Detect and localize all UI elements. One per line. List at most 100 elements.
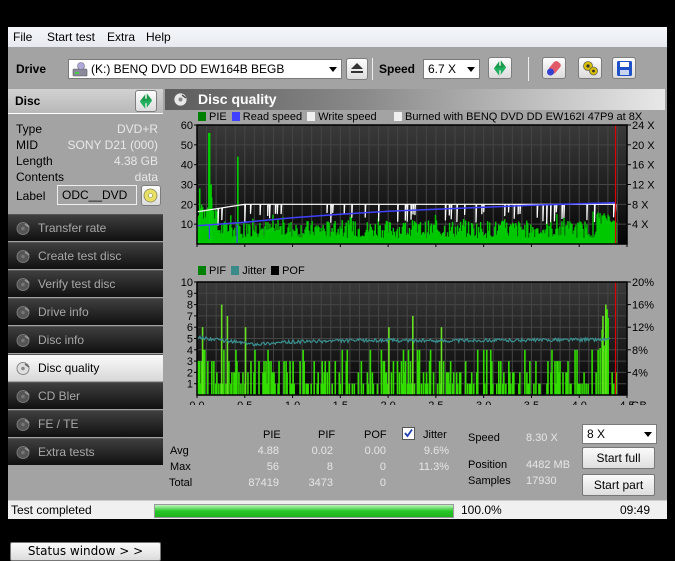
nav-label: FE / TE [38,417,79,431]
disc-gear-icon [16,333,31,351]
disc-row-type: Type DVD+R [16,122,158,138]
jitter-checkbox[interactable] [402,427,415,440]
y-tick-label: 4 [187,345,193,357]
pif-bar [574,349,576,395]
disc-gear-icon [16,305,31,323]
nav-extra-tests[interactable]: Extra tests [8,438,163,465]
pif-bar [207,361,209,395]
pif-bar [362,383,365,395]
left-panel: Disc Type DVD+R MID SONY D21 (000) Length 4… [8,89,163,561]
stats-header-pie: PIE [263,429,281,441]
y-tick-label: 10 [181,277,193,289]
disc-gear-icon [16,389,31,407]
pif-bar [372,383,375,395]
pif-bar [353,383,356,395]
pif-bar [519,372,521,395]
drive-icon [72,62,88,80]
pif-bar [459,372,462,395]
refresh-disc-button[interactable] [135,90,157,112]
nav-label: Disc quality [38,361,100,375]
pif-bar [386,383,389,395]
refresh-speed-button[interactable] [488,57,512,79]
pif-bar [495,383,498,395]
pie-peak [198,188,201,244]
y2-tick-label: 8 X [632,199,649,211]
pif-bar [331,383,334,395]
options-button[interactable] [578,57,602,79]
pif-bar [238,372,240,395]
pif-bar [286,372,288,395]
pif-bar [369,349,372,395]
pif-bar [390,372,393,395]
nav-label: Verify test disc [38,277,116,291]
pif-peak [605,304,607,395]
pif-bar [587,383,589,395]
pif-bar [293,383,295,395]
nav-disc-quality[interactable]: Disc quality [8,354,163,381]
chevron-down-icon [467,67,475,72]
pie-peak [210,184,212,244]
app-window: File Start test Extra Help Drive (K:) BE… [8,27,667,561]
pif-bar [231,372,233,395]
pif-bar [278,361,280,395]
y2-tick-label: 24 X [632,120,655,132]
pif-bar [559,361,561,395]
eject-icon [351,63,363,73]
pif-peak [220,304,223,395]
disc-label-button[interactable] [141,185,161,206]
pif-bar [535,361,537,395]
pif-bar [228,361,230,395]
pif-bar [216,372,218,395]
speed-select[interactable]: 6.7 X [423,59,480,79]
eject-button[interactable] [346,58,368,80]
nav-fe-te[interactable]: FE / TE [8,410,163,437]
pif-peak [602,315,604,395]
pif-bar [612,383,614,395]
disc-header: Disc [8,89,163,114]
checkmark-icon [404,428,413,438]
nav-label: Drive info [38,305,89,319]
menu-start-test[interactable]: Start test [47,30,95,44]
nav-drive-info[interactable]: Drive info [8,298,163,325]
pif-bar [376,383,379,395]
drive-select[interactable]: (K:) BENQ DVD DD EW164B BEGB [68,59,342,79]
test-speed-value: 8 X [587,427,606,441]
pif-bar [476,349,479,395]
pif-bar [360,361,363,395]
disc-value: 4.38 GB [113,154,158,168]
disc-value: SONY D21 (000) [67,138,159,152]
total-pof: 0 [379,477,386,489]
pif-bar [562,372,564,395]
max-pie: 56 [266,461,279,473]
test-speed-select[interactable]: 8 X [582,424,657,444]
y-tick-label: 6 [187,322,193,334]
pif-peak [412,315,414,395]
pif-bar [367,383,370,395]
menu-file[interactable]: File [13,30,32,44]
y2-tick-label: 16 X [632,160,655,172]
pif-chart: 0.00.51.01.52.02.53.03.54.04.5GB12345678… [181,277,654,405]
pif-bar [583,372,585,395]
start-full-button[interactable]: Start full [582,447,655,469]
pif-bar [472,383,475,395]
progress-fill [155,505,453,517]
drive-label: Drive [16,62,47,76]
menu-extra[interactable]: Extra [107,30,135,44]
erase-button[interactable] [542,57,566,79]
disc-row-mid: MID SONY D21 (000) [16,138,158,154]
y-tick-label: 2 [187,367,193,379]
disc-label-input[interactable]: ODC__DVD [57,185,137,205]
disc-gear-icon [16,417,31,435]
status-window-button[interactable]: Status window > > [10,542,161,561]
nav-cd-bler[interactable]: CD Bler [8,382,163,409]
nav-verify-test-disc[interactable]: Verify test disc [8,270,163,297]
menu-help[interactable]: Help [146,30,171,44]
save-button[interactable] [612,57,636,79]
avg-pif: 0.02 [311,445,333,457]
start-part-button[interactable]: Start part [582,474,655,496]
pif-bar [218,383,220,395]
nav-create-test-disc[interactable]: Create test disc [8,242,163,269]
pif-bar [581,383,583,395]
nav-disc-info[interactable]: Disc info [8,326,163,353]
nav-transfer-rate[interactable]: Transfer rate [8,214,163,241]
